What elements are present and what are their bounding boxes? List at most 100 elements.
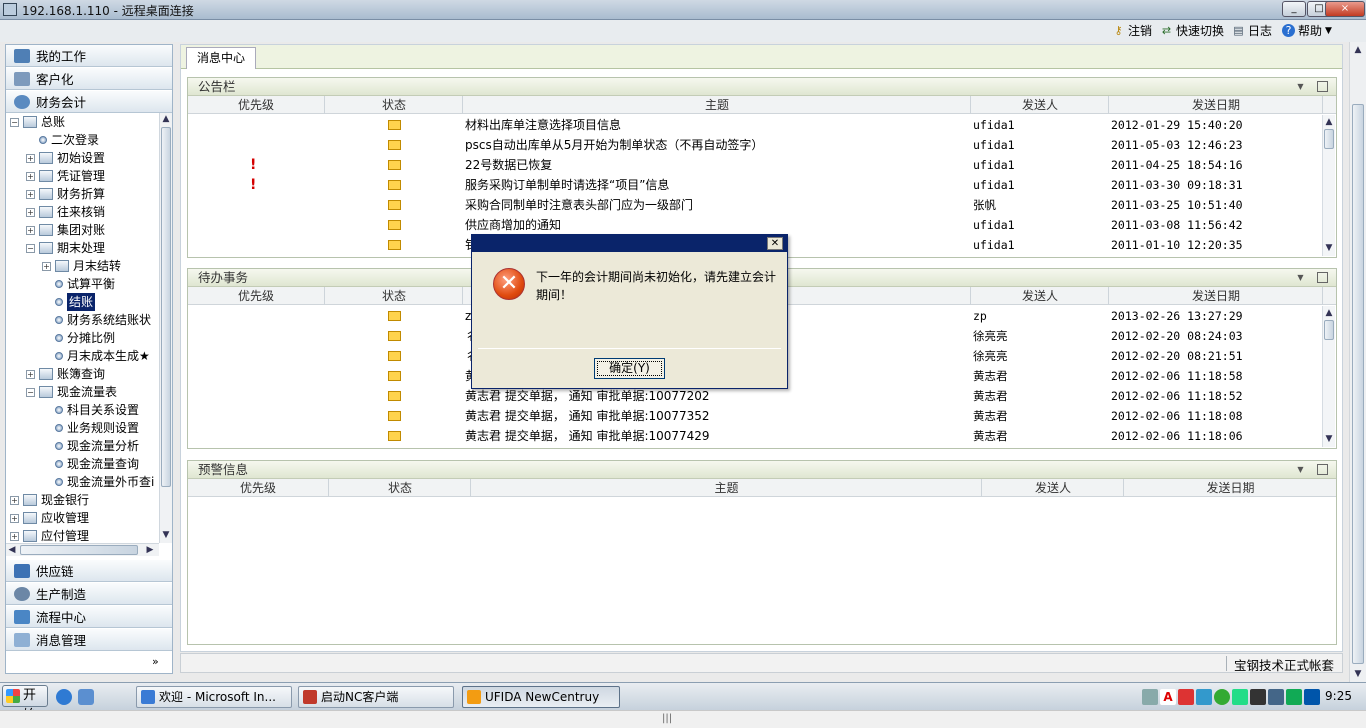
expand-icon[interactable]: + — [10, 495, 19, 505]
taskbar-task[interactable]: 启动NC客户端 — [298, 686, 454, 708]
ok-button[interactable]: 确定(Y) — [594, 358, 665, 379]
antivirus-icon[interactable] — [1214, 689, 1230, 705]
taskbar-task[interactable]: 欢迎 - Microsoft In... — [136, 686, 292, 708]
tree-node[interactable]: 二次登录 — [26, 131, 99, 149]
expand-icon[interactable]: + — [26, 153, 35, 163]
expand-icon[interactable]: + — [26, 369, 35, 379]
collapse-panel-icon[interactable]: ▼ — [1295, 81, 1306, 92]
scroll-thumb[interactable] — [1324, 320, 1334, 340]
nav-section-process-center[interactable]: 流程中心 — [6, 606, 172, 628]
tree-node[interactable]: + 集团对账 — [26, 221, 105, 239]
expand-icon[interactable]: + — [26, 171, 35, 181]
col-sender[interactable]: 发送人 — [972, 287, 1109, 305]
maximize-panel-icon[interactable] — [1317, 81, 1328, 92]
scroll-down-icon[interactable]: ▼ — [1323, 242, 1335, 254]
scroll-up-icon[interactable]: ▲ — [160, 113, 172, 125]
tab-message-center[interactable]: 消息中心 — [186, 47, 256, 69]
volume-icon[interactable] — [1196, 689, 1212, 705]
nav-section-customize[interactable]: 客户化 — [6, 68, 172, 90]
collapse-icon[interactable]: − — [26, 387, 35, 397]
scroll-right-icon[interactable]: ▶ — [144, 544, 156, 556]
expand-icon[interactable]: + — [26, 189, 35, 199]
tree-vertical-scrollbar[interactable]: ▲ ▼ — [159, 113, 172, 543]
todo-scrollbar[interactable]: ▲ ▼ — [1322, 306, 1335, 447]
start-button[interactable]: 开始 — [2, 685, 48, 723]
tree-node[interactable]: + 往来核销 — [26, 203, 105, 221]
scroll-thumb[interactable] — [1352, 104, 1364, 664]
close-window-button[interactable]: × — [1325, 1, 1365, 17]
minimize-button[interactable]: _ — [1282, 1, 1306, 17]
expand-icon[interactable]: + — [26, 225, 35, 235]
taskbar-task[interactable]: UFIDA NewCentruy — [462, 686, 620, 708]
nav-section-my-work[interactable]: 我的工作 — [6, 45, 172, 67]
scroll-down-icon[interactable]: ▼ — [1352, 668, 1364, 680]
scroll-thumb[interactable] — [20, 545, 138, 555]
tree-node[interactable]: − 总账 — [10, 113, 65, 131]
network-icon[interactable] — [1142, 689, 1158, 705]
tree-node[interactable]: + 初始设置 — [26, 149, 105, 167]
nav-section-supply-chain[interactable]: 供应链 — [6, 560, 172, 582]
security-icon[interactable] — [1178, 689, 1194, 705]
display-icon[interactable] — [1250, 689, 1266, 705]
tree-node[interactable]: + 月末结转 — [42, 257, 121, 275]
collapse-panel-icon[interactable]: ▼ — [1295, 464, 1306, 475]
ie-quicklaunch-icon[interactable] — [56, 689, 72, 705]
scroll-up-icon[interactable]: ▲ — [1323, 307, 1335, 319]
col-priority[interactable]: 优先级 — [188, 479, 329, 497]
nav-section-message-management[interactable]: 消息管理 — [6, 629, 172, 651]
collapse-icon[interactable]: − — [26, 243, 35, 253]
expand-icon[interactable]: + — [10, 513, 19, 523]
scroll-up-icon[interactable]: ▲ — [1352, 44, 1364, 56]
log-button[interactable]: ▤ 日志 — [1232, 22, 1272, 39]
collapse-panel-icon[interactable]: ▼ — [1295, 272, 1306, 283]
maximize-panel-icon[interactable] — [1317, 272, 1328, 283]
col-date[interactable]: 发送日期 — [1110, 287, 1323, 305]
tree-node[interactable]: + 财务折算 — [26, 185, 105, 203]
tree-node[interactable]: 财务系统结账状 — [42, 311, 151, 329]
help-button[interactable]: ? 帮助 ▼ — [1282, 22, 1332, 39]
logout-button[interactable]: ⚷ 注销 — [1112, 22, 1152, 39]
scroll-left-icon[interactable]: ◀ — [6, 544, 18, 556]
input-method-icon[interactable]: A — [1160, 689, 1176, 705]
col-subject[interactable]: 主题 — [464, 96, 971, 114]
dialog-close-button[interactable]: ✕ — [767, 237, 783, 250]
tree-node[interactable]: 结账 — [42, 293, 96, 311]
tree-node[interactable]: − 期末处理 — [26, 239, 105, 257]
scroll-up-icon[interactable]: ▲ — [1323, 116, 1335, 128]
collapse-nav-icon[interactable]: » — [152, 655, 159, 668]
tree-node[interactable]: 现金流量分析 — [42, 437, 139, 455]
scroll-thumb[interactable] — [1324, 129, 1334, 149]
tree-horizontal-scrollbar[interactable]: ◀ ▶ — [6, 543, 159, 556]
collapse-icon[interactable]: − — [10, 117, 19, 127]
col-priority[interactable]: 优先级 — [188, 96, 325, 114]
tree-node[interactable]: 月末成本生成★ — [42, 347, 150, 365]
tree-node[interactable]: + 现金银行 — [10, 491, 89, 509]
bluetooth-icon[interactable] — [1304, 689, 1320, 705]
tree-node[interactable]: + 凭证管理 — [26, 167, 105, 185]
scroll-thumb[interactable] — [161, 127, 171, 487]
maximize-panel-icon[interactable] — [1317, 464, 1328, 475]
col-status[interactable]: 状态 — [330, 479, 471, 497]
bulletin-scrollbar[interactable]: ▲ ▼ — [1322, 115, 1335, 256]
expand-icon[interactable]: + — [42, 261, 51, 271]
tree-node[interactable]: 现金流量外币查i — [42, 473, 154, 491]
update-icon[interactable] — [1286, 689, 1302, 705]
splitter-grip-icon[interactable]: ||| — [662, 713, 672, 724]
tree-node[interactable]: − 现金流量表 — [26, 383, 117, 401]
col-sender[interactable]: 发送人 — [972, 96, 1109, 114]
window-vertical-scrollbar[interactable]: ▲ ▼ — [1349, 42, 1366, 682]
tree-node[interactable]: + 账簿查询 — [26, 365, 105, 383]
desktop-quicklaunch-icon[interactable] — [78, 689, 94, 705]
quick-switch-button[interactable]: ⇄ 快速切换 — [1160, 22, 1224, 39]
nav-section-manufacturing[interactable]: 生产制造 — [6, 583, 172, 605]
tree-node[interactable]: 现金流量查询 — [42, 455, 139, 473]
col-subject[interactable]: 主题 — [472, 479, 982, 497]
scroll-down-icon[interactable]: ▼ — [1323, 433, 1335, 445]
tree-node[interactable]: 科目关系设置 — [42, 401, 139, 419]
tree-node[interactable]: 分摊比例 — [42, 329, 115, 347]
col-status[interactable]: 状态 — [326, 96, 463, 114]
tree-node[interactable]: 试算平衡 — [42, 275, 115, 293]
col-sender[interactable]: 发送人 — [983, 479, 1124, 497]
col-date[interactable]: 发送日期 — [1125, 479, 1336, 497]
printer-icon[interactable] — [1268, 689, 1284, 705]
